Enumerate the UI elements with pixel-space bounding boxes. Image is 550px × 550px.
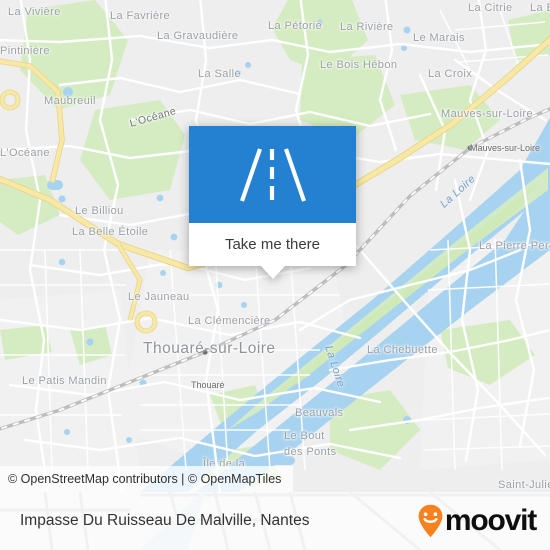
road-perspective-icon — [239, 147, 306, 202]
moovit-smiling-pin-icon — [418, 504, 443, 538]
location-title: Impasse Du Ruisseau De Malville, Nantes — [20, 512, 310, 529]
moovit-logo[interactable]: moovit — [417, 504, 537, 538]
footer-bar: Impasse Du Ruisseau De Malville, Nantes … — [0, 492, 550, 550]
map-attribution[interactable]: © OpenStreetMap contributors | © OpenMap… — [0, 466, 294, 492]
map-canvas[interactable]: La Vivière La Favrière La Pétorie La Riv… — [0, 0, 550, 492]
take-me-there-label: Take me there — [224, 236, 321, 253]
attribution-text: © OpenStreetMap contributors | © OpenMap… — [8, 472, 282, 486]
map-screenshot: La Vivière La Favrière La Pétorie La Riv… — [0, 0, 550, 550]
destination-popup[interactable]: Take me there — [189, 126, 356, 279]
popup-action-row[interactable]: Take me there — [189, 223, 356, 266]
popup-pointer — [259, 265, 286, 279]
moovit-wordmark: moovit — [444, 504, 537, 537]
popup-image-header — [189, 126, 356, 223]
